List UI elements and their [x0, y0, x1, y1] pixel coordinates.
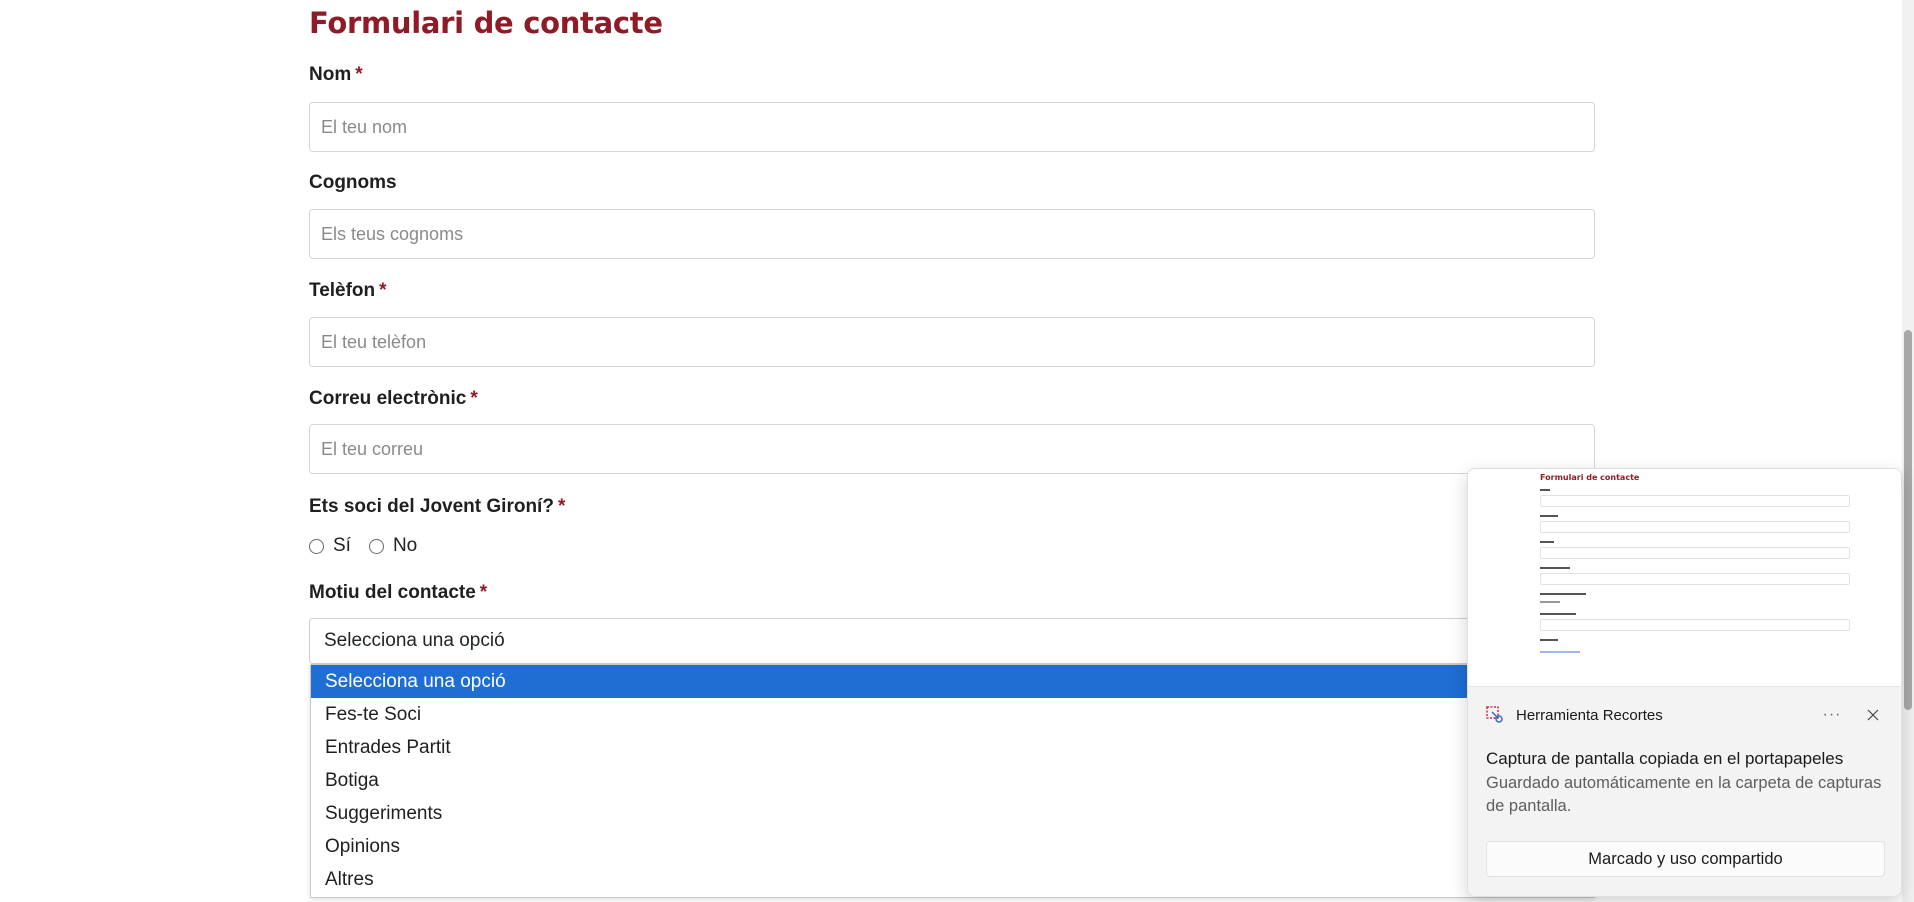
preview-field [1540, 619, 1850, 631]
radio-yes-label: Sí [333, 535, 351, 556]
required-mark: * [479, 582, 488, 603]
preview-field [1540, 521, 1850, 533]
phone-label: Telèfon * [309, 280, 387, 302]
surname-label: Cognoms [309, 172, 397, 194]
name-label-text: Nom [309, 64, 352, 85]
preview-line [1540, 489, 1550, 491]
radio-option-yes[interactable]: Sí [309, 535, 351, 557]
notification-header: Herramienta Recortes ··· [1486, 703, 1887, 727]
radio-yes[interactable] [309, 538, 324, 554]
required-mark: * [355, 64, 363, 85]
radio-no-label: No [392, 535, 418, 556]
dropdown-option[interactable]: Entrades Partit [311, 731, 1594, 764]
preview-line [1540, 515, 1558, 517]
email-label-text: Correu electrònic [309, 388, 467, 409]
reason-label-text: Motiu del contacte [309, 582, 476, 603]
scrollbar-thumb[interactable] [1904, 330, 1912, 710]
required-mark: * [379, 280, 387, 301]
preview-line [1540, 651, 1580, 653]
snipping-tool-icon [1486, 706, 1503, 723]
phone-input[interactable] [309, 317, 1595, 367]
preview-field [1540, 495, 1850, 507]
surname-input[interactable] [309, 209, 1595, 259]
preview-field [1540, 573, 1850, 585]
email-label: Correu electrònic * [309, 388, 478, 410]
screenshot-preview[interactable]: Formulari de contacte [1468, 469, 1901, 687]
dropdown-option[interactable]: Selecciona una opció [311, 665, 1594, 698]
notification-title: Captura de pantalla copiada en el portap… [1486, 749, 1844, 768]
dropdown-option[interactable]: Fes-te Soci [311, 698, 1594, 731]
preview-line [1540, 601, 1560, 603]
required-mark: * [470, 388, 478, 409]
required-mark: * [557, 496, 566, 517]
reason-dropdown-list: Selecciona una opció Fes-te Soci Entrade… [310, 664, 1595, 898]
preview-line [1540, 567, 1570, 569]
radio-option-no[interactable]: No [368, 535, 418, 557]
snipping-notification[interactable]: Formulari de contacte Herramienta Recort… [1467, 468, 1902, 897]
page-scrollbar[interactable] [1902, 0, 1914, 902]
preview-line [1540, 639, 1558, 641]
preview-title: Formulari de contacte [1540, 473, 1640, 482]
close-icon[interactable] [1859, 703, 1887, 727]
markup-and-share-button[interactable]: Marcado y uso compartido [1486, 841, 1885, 877]
phone-label-text: Telèfon [309, 280, 376, 301]
reason-select[interactable]: Selecciona una opció [309, 618, 1595, 664]
email-input[interactable] [309, 424, 1595, 474]
name-label: Nom * [309, 64, 363, 86]
preview-line [1540, 541, 1554, 543]
radio-no[interactable] [368, 538, 384, 554]
dropdown-option[interactable]: Opinions [311, 830, 1594, 863]
surname-label-text: Cognoms [309, 172, 397, 193]
member-question-label: Ets soci del Jovent Gironí? * [309, 496, 565, 518]
form-title: Formulari de contacte [309, 6, 663, 40]
preview-content: Formulari de contacte [1540, 469, 1850, 687]
dropdown-option[interactable]: Suggeriments [311, 797, 1594, 830]
preview-field [1540, 547, 1850, 559]
preview-line [1540, 593, 1586, 595]
reason-select-value: Selecciona una opció [324, 630, 505, 651]
member-question-text: Ets soci del Jovent Gironí? [309, 496, 554, 517]
preview-line [1540, 613, 1576, 615]
name-input[interactable] [309, 102, 1595, 152]
more-options-icon[interactable]: ··· [1817, 706, 1847, 724]
dropdown-option[interactable]: Altres [311, 863, 1594, 896]
reason-label: Motiu del contacte * [309, 582, 487, 604]
member-radio-group: Sí No [309, 534, 435, 558]
page: Formulari de contacte Nom* Cognoms Telèf… [0, 0, 1914, 902]
notification-app-name: Herramienta Recortes [1516, 706, 1663, 724]
dropdown-option[interactable]: Botiga [311, 764, 1594, 797]
notification-body: Guardado automáticamente en la carpeta d… [1486, 774, 1882, 815]
